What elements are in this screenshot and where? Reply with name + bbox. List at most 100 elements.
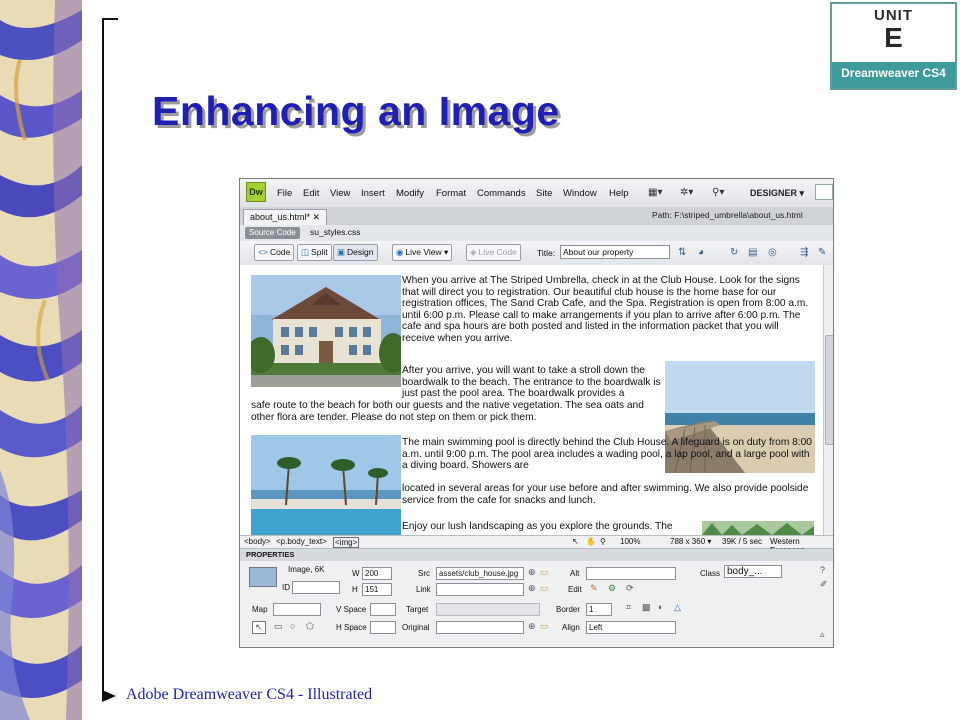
align-select[interactable]: Left [586,621,676,634]
unit-badge-bottom: Dreamweaver CS4 [832,62,955,88]
menu-format[interactable]: Format [436,188,466,199]
menu-edit[interactable]: Edit [303,188,319,199]
menu-site[interactable]: Site [536,188,552,199]
workspace-switcher[interactable]: DESIGNER ▾ [750,188,804,199]
rectangle-hotspot-icon[interactable]: ▭ [274,621,283,632]
related-files-bar: Source Code su_styles.css [240,225,833,242]
original-point-to-file-icon[interactable]: ⊕ [528,621,536,632]
related-file-link[interactable]: su_styles.css [310,227,361,237]
point-to-file-icon[interactable]: ⊕ [528,567,536,578]
site-icon[interactable]: ⚲▾ [712,187,724,198]
design-view-scrollbar[interactable] [823,265,833,535]
id-field[interactable] [292,581,340,594]
document-tab-bar: about_us.html* ✕ Path: F:\striped_umbrel… [240,207,833,226]
window-size[interactable]: 788 x 360 ▾ [670,537,711,546]
border-field[interactable]: 1 [586,603,612,616]
layout-icon[interactable]: ▦▾ [648,187,662,198]
hand-tool-icon[interactable]: ✋ [586,537,596,546]
brightness-contrast-icon[interactable]: ◐ [658,602,663,612]
hspace-field[interactable] [370,621,396,634]
height-field[interactable]: 151 [362,583,392,596]
menu-commands[interactable]: Commands [477,188,526,199]
paragraph-boardwalk-bottom[interactable]: safe route to the beach for both our gue… [251,400,661,423]
slide-title: Enhancing an Image [152,88,560,134]
quick-tag-icon[interactable]: ✐ [820,579,828,590]
pointer-hotspot-icon[interactable]: ↖ [252,621,266,634]
resample-icon[interactable]: ▩ [642,602,651,613]
paragraph-landscaping[interactable]: Enjoy our lush landscaping as you explor… [402,521,702,533]
original-folder-icon[interactable]: ▭ [540,621,549,632]
paragraph-boardwalk-top[interactable]: After you arrive, you will want to take … [402,365,664,400]
update-icon[interactable]: ⟳ [626,583,634,594]
dw-logo: Dw [246,182,266,202]
tag-selector-bar: <body> <p.body_text> <img> ↖ ✋ ⚲ 100% 78… [240,535,833,555]
crop-icon[interactable]: ⌗ [626,602,631,613]
width-field[interactable]: 200 [362,567,392,580]
select-tool-icon[interactable]: ↖ [572,537,579,546]
unit-product-name: Dreamweaver CS4 [841,66,946,80]
paragraph-pool-top[interactable]: The main swimming pool is directly behin… [402,437,812,472]
design-view-button[interactable]: ▣ Design [333,244,378,261]
refresh-icon[interactable]: ↻ [730,247,738,258]
live-code-button[interactable]: ◈ Live Code [466,244,521,261]
polygon-hotspot-icon[interactable]: ⬠ [306,621,314,632]
tag-body[interactable]: <body> [244,537,271,546]
validate-icon[interactable]: ⇶ [800,247,808,258]
footer-text: Adobe Dreamweaver CS4 - Illustrated [126,686,373,703]
live-view-button[interactable]: ◉ Live View ▾ [392,244,453,261]
target-label: Target [406,605,429,614]
paragraph-club-house[interactable]: When you arrive at The Striped Umbrella,… [402,275,812,345]
unit-label: UNIT [874,7,913,24]
vspace-label: V Space [336,605,367,614]
menu-modify[interactable]: Modify [396,188,424,199]
split-view-button[interactable]: ◫ Split [297,244,332,261]
view-options-icon[interactable]: ▤ [748,247,757,258]
menu-window[interactable]: Window [563,188,597,199]
landscaping-image[interactable] [702,521,814,535]
width-label: W [352,569,360,578]
design-view[interactable]: When you arrive at The Striped Umbrella,… [240,265,823,535]
link-folder-icon[interactable]: ▭ [540,583,549,594]
sharpen-icon[interactable]: △ [674,602,681,613]
file-management-icon[interactable]: ⇅ [678,247,686,258]
document-tab[interactable]: about_us.html* ✕ [243,209,328,225]
edit-image-icon[interactable]: ✎ [590,583,598,594]
code-icon: <> [258,247,268,257]
scrollbar-thumb[interactable] [825,335,833,445]
visual-aids-icon[interactable]: ◎ [768,247,777,258]
src-field[interactable]: assets/club_house.jpg [436,567,524,580]
browser-preview-icon[interactable]: ◕ [698,247,704,258]
vspace-field[interactable] [370,603,396,616]
link-field[interactable] [436,583,524,596]
search-input[interactable] [815,184,833,200]
optimize-icon[interactable]: ⚙ [608,583,616,594]
collapse-icon[interactable]: ▵ [820,629,825,640]
paragraph-pool-bottom[interactable]: located in several areas for your use be… [402,483,822,506]
map-field[interactable] [273,603,321,616]
tag-p-body-text[interactable]: <p.body_text> [276,537,327,546]
zoom-tool-icon[interactable]: ⚲ [600,537,606,546]
source-code-button[interactable]: Source Code [245,227,300,239]
gear-icon[interactable]: ✲▾ [680,187,693,198]
club-house-image[interactable] [251,275,401,387]
menu-file[interactable]: File [277,188,292,199]
landscaping-picture [702,521,814,535]
folder-icon[interactable]: ▭ [540,567,549,578]
help-icon[interactable]: ? [820,565,825,575]
page-title-input[interactable]: About our property [560,245,670,259]
link-point-to-file-icon[interactable]: ⊕ [528,583,536,594]
menu-insert[interactable]: Insert [361,188,385,199]
original-field[interactable] [436,621,524,634]
target-select[interactable] [436,603,540,616]
tag-img[interactable]: <img> [333,537,360,548]
menu-view[interactable]: View [330,188,350,199]
circle-hotspot-icon[interactable]: ○ [290,621,295,631]
class-select[interactable]: body_... [724,565,782,578]
menu-help[interactable]: Help [609,188,629,199]
footer-arrow-icon [102,690,116,702]
alt-field[interactable] [586,567,676,580]
pool-image[interactable] [251,435,401,535]
check-compat-icon[interactable]: ✎ [818,247,826,258]
code-view-button[interactable]: <> Code [254,244,295,261]
zoom-level[interactable]: 100% [620,537,640,546]
